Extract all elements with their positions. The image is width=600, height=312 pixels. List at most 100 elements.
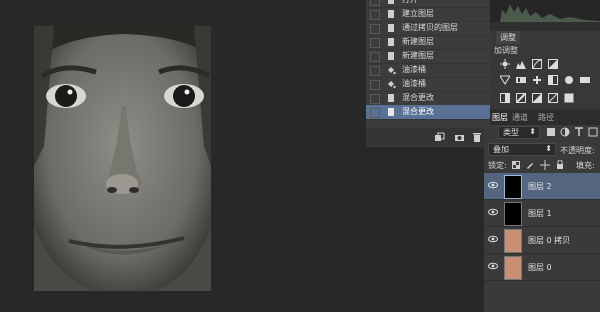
exposure-icon[interactable] [548,59,558,69]
lock-all-icon[interactable] [556,160,564,170]
trash-icon[interactable] [472,132,482,142]
history-item-label: 新建图层 [402,51,434,60]
adjustments-tab[interactable]: 调整 [496,31,520,44]
adjustment-filter-icon[interactable] [560,127,570,137]
lock-pixels-brush-icon[interactable] [526,161,534,169]
adjustments-panel: 调整 加调整 [490,31,600,109]
black-white-icon[interactable] [548,75,558,85]
invert-icon[interactable] [500,93,510,103]
layer-row[interactable]: 图层 1 [484,200,600,227]
levels-icon[interactable] [516,59,526,69]
checkbox[interactable] [370,38,380,48]
kind-filter-value: 类型 [503,128,519,137]
document-icon [388,10,394,18]
posterize-icon[interactable] [516,93,526,103]
eye-visibility-icon[interactable] [488,235,498,243]
document-icon [388,0,394,4]
brightness-contrast-icon[interactable] [500,59,510,69]
document-icon [388,38,394,46]
new-document-from-state-icon[interactable] [434,132,445,142]
history-item-label: 打开 [402,0,418,5]
curves-icon[interactable] [532,59,542,69]
history-item-label: 通过拷贝的图层 [402,23,458,32]
type-filter-icon[interactable] [574,127,584,137]
opacity-label: 不透明度: [560,146,595,155]
checkbox[interactable] [370,0,380,6]
checkbox[interactable] [370,80,380,90]
layer-row[interactable]: 图层 0 拷贝 [484,227,600,254]
gradient-map-icon[interactable] [548,93,558,103]
document-icon [388,52,394,60]
eye-visibility-icon[interactable] [488,208,498,216]
checkbox[interactable] [370,52,380,62]
blend-mode-select[interactable]: 叠加 ⬍ [488,143,556,156]
layer-name[interactable]: 图层 1 [528,208,552,219]
shape-filter-icon[interactable] [588,127,598,137]
vibrance-icon[interactable] [500,75,510,85]
tab-channels[interactable]: 通道 [512,112,528,123]
kind-filter-select[interactable]: 类型 ⬍ [498,126,540,139]
checkbox[interactable] [370,94,380,104]
lock-transparent-icon[interactable] [512,161,520,169]
histogram-graph [500,4,600,22]
selective-color-icon[interactable] [564,93,574,103]
checkbox[interactable] [370,24,380,34]
layer-thumbnail [504,175,522,199]
document-icon [388,94,394,102]
history-item[interactable]: 油漆桶 [366,63,490,78]
chevron-down-icon: ⬍ [545,144,552,153]
layer-name[interactable]: 图层 0 [528,262,552,273]
checkbox[interactable] [370,10,380,20]
threshold-icon[interactable] [532,93,542,103]
histogram-panel [490,0,600,22]
history-item-label: 建立图层 [402,9,434,18]
hue-saturation-icon[interactable] [516,75,526,85]
history-item-label: 油漆桶 [402,65,426,74]
tab-layers[interactable]: 图层 [492,112,508,123]
paint-bucket-icon [388,67,396,75]
history-item[interactable]: 新建图层 [366,49,490,64]
history-item-label: 混合更改 [402,107,434,116]
tab-paths[interactable]: 路径 [538,112,554,123]
lock-label: 锁定: [488,161,507,170]
layer-thumbnail [504,229,522,253]
history-toolbar [366,128,490,146]
channel-mixer-icon[interactable] [580,75,590,85]
history-item-label: 新建图层 [402,37,434,46]
layers-panel: 类型 ⬍ 叠加 ⬍ 不透明度: 锁定: 填充: 图层 2 图层 1 图层 0 拷… [484,125,600,312]
color-balance-icon[interactable] [532,75,542,85]
history-item[interactable]: 混合更改 [366,91,490,106]
layers-tab-bar: 图层 通道 路径 [490,111,600,125]
history-panel: 打开 建立图层 通过拷贝的图层 新建图层 新建图层 油漆桶 油漆桶 混合更改 混 [366,0,491,147]
blend-mode-value: 叠加 [493,145,509,154]
history-item[interactable]: 建立图层 [366,7,490,22]
layer-name[interactable]: 图层 2 [528,181,552,192]
history-item[interactable]: 通过拷贝的图层 [366,21,490,36]
face-photo [34,26,211,291]
history-item[interactable]: 油漆桶 [366,77,490,92]
checkbox[interactable] [370,108,380,118]
history-item-label: 混合更改 [402,93,434,102]
add-adjustment-label: 加调整 [494,46,518,55]
history-item-active[interactable]: 混合更改 [366,105,490,120]
eye-visibility-icon[interactable] [488,262,498,270]
checkbox[interactable] [370,66,380,76]
layer-row-selected[interactable]: 图层 2 [484,173,600,200]
pixel-filter-icon[interactable] [546,127,556,137]
document-icon [388,108,394,116]
document-icon [388,24,394,32]
layer-thumbnail [504,202,522,226]
eye-visibility-icon[interactable] [488,181,498,189]
layer-name[interactable]: 图层 0 拷贝 [528,235,570,246]
photo-filter-icon[interactable] [564,75,574,85]
fill-label: 填充: [576,161,595,170]
history-item[interactable]: 新建图层 [366,35,490,50]
snapshot-camera-icon[interactable] [454,132,465,142]
paint-bucket-icon [388,81,396,89]
chevron-down-icon: ⬍ [529,127,536,136]
lock-position-icon[interactable] [540,160,550,170]
layer-thumbnail [504,256,522,280]
layer-row[interactable]: 图层 0 [484,254,600,281]
history-item-label: 油漆桶 [402,79,426,88]
canvas-image[interactable] [34,26,211,291]
